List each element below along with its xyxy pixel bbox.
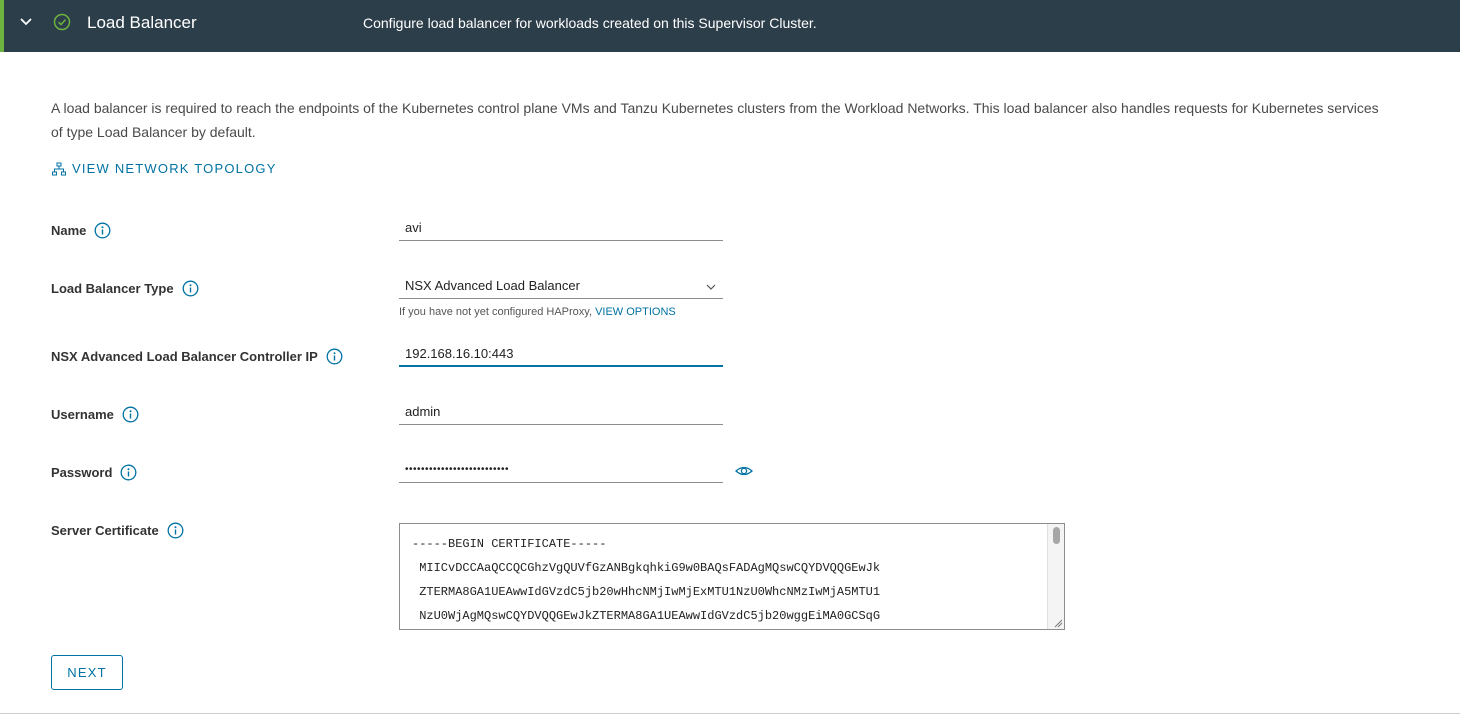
info-icon[interactable] (167, 522, 184, 539)
view-options-link[interactable]: VIEW OPTIONS (595, 306, 676, 318)
next-button[interactable]: NEXT (51, 655, 123, 690)
name-label: Name (51, 222, 111, 239)
lb-type-selected: NSX Advanced Load Balancer (405, 278, 580, 293)
info-icon[interactable] (94, 222, 111, 239)
divider (0, 713, 1460, 714)
info-icon[interactable] (122, 406, 139, 423)
lb-type-select[interactable]: NSX Advanced Load Balancer (399, 273, 723, 299)
resize-grip-icon[interactable] (1053, 618, 1063, 628)
username-label: Username (51, 406, 139, 423)
section-description: Configure load balancer for workloads cr… (363, 15, 817, 31)
certificate-scrollbar[interactable] (1047, 524, 1064, 629)
info-icon[interactable] (120, 464, 137, 481)
view-network-topology-link[interactable]: VIEW NETWORK TOPOLOGY (52, 161, 277, 176)
eye-icon[interactable] (735, 463, 753, 479)
info-icon[interactable] (326, 348, 343, 365)
controller-ip-label: NSX Advanced Load Balancer Controller IP (51, 348, 343, 365)
view-network-topology-label: VIEW NETWORK TOPOLOGY (72, 161, 277, 176)
username-input[interactable]: admin (399, 399, 723, 425)
controller-ip-input[interactable]: 192.168.16.10:443 (399, 341, 723, 367)
section-header[interactable]: Load Balancer Configure load balancer fo… (0, 0, 1460, 52)
scrollbar-thumb[interactable] (1053, 527, 1060, 544)
check-circle-icon (53, 13, 71, 31)
certificate-line: ZTERMA8GA1UEAwwIdGVzdC5jb20wHhcNMjIwMjEx… (412, 585, 881, 599)
certificate-line: MIICvDCCAaQCCQCGhzVgQUVfGzANBgkqhkiG9w0B… (412, 561, 881, 575)
name-input[interactable]: avi (399, 215, 723, 241)
certificate-line: -----BEGIN CERTIFICATE----- (412, 537, 607, 551)
section-title: Load Balancer (87, 13, 197, 32)
lb-type-helper: If you have not yet configured HAProxy, … (399, 306, 676, 318)
intro-text: A load balancer is required to reach the… (51, 100, 1379, 140)
chevron-down-icon (706, 284, 716, 290)
chevron-down-icon[interactable] (18, 14, 34, 30)
info-icon[interactable] (182, 280, 199, 297)
certificate-textarea[interactable]: -----BEGIN CERTIFICATE----- MIICvDCCAaQC… (399, 523, 1065, 630)
certificate-label: Server Certificate (51, 522, 184, 539)
password-label: Password (51, 464, 137, 481)
certificate-line: NzU0WjAgMQswCQYDVQQGEwJkZTERMA8GA1UEAwwI… (412, 609, 881, 623)
network-topology-icon (52, 162, 66, 175)
lb-type-label: Load Balancer Type (51, 280, 199, 297)
password-input[interactable]: •••••••••••••••••••••••••• (399, 457, 723, 483)
